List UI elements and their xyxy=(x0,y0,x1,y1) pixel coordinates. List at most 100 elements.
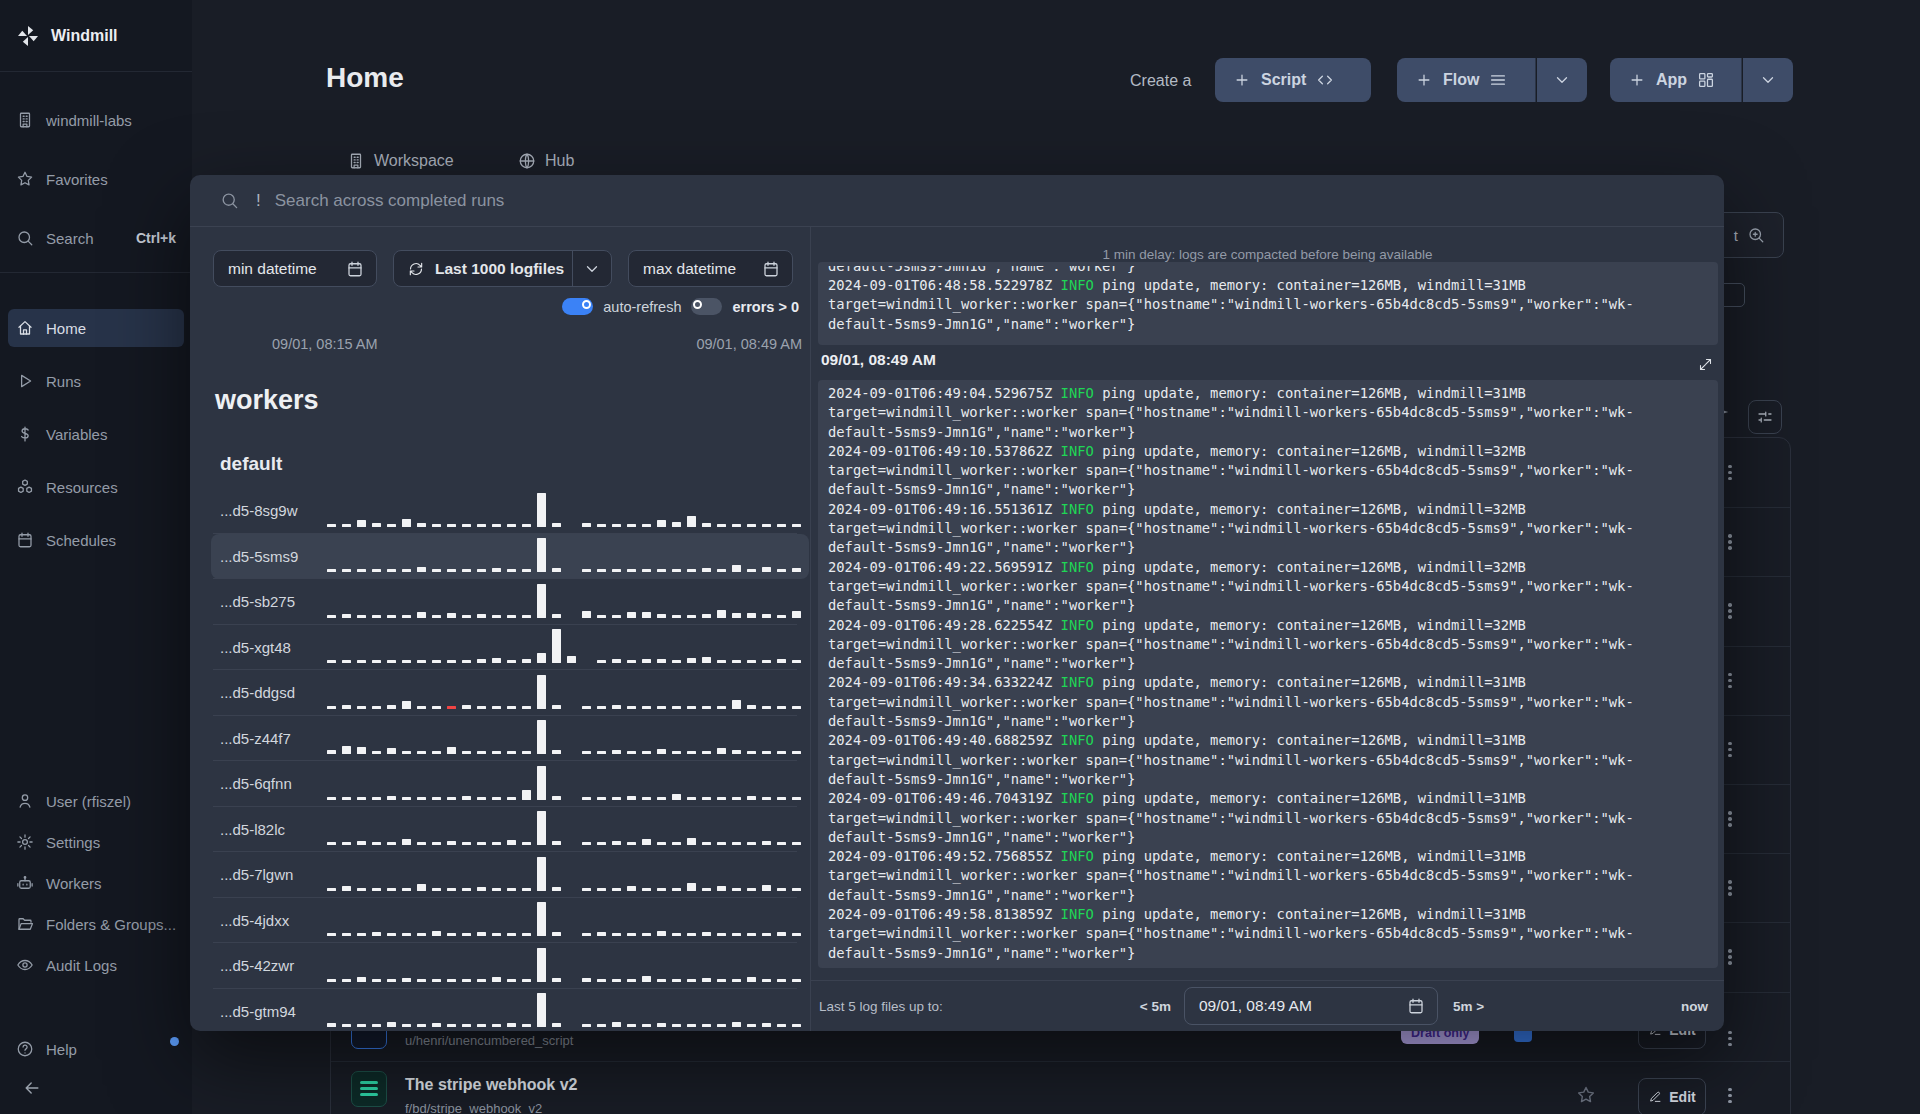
log-entry: 2024-09-01T06:49:52.756855Z INFO ping up… xyxy=(828,847,1708,905)
now-button[interactable]: now xyxy=(1681,999,1708,1014)
worker-name: ...d5-sb275 xyxy=(211,593,327,610)
sidebar-item-runs[interactable]: Runs xyxy=(8,362,184,400)
favorite-star-icon[interactable] xyxy=(1576,1085,1596,1105)
chevron-down-icon[interactable] xyxy=(573,260,611,278)
sidebar-item-resources[interactable]: Resources xyxy=(8,468,184,506)
flow-dropdown-button[interactable] xyxy=(1537,58,1587,102)
worker-row[interactable]: ...d5-ddgsd xyxy=(211,670,809,716)
log-entry: 2024-09-01T06:49:04.529675Z INFO ping up… xyxy=(828,384,1708,442)
sidebar-item-windmill-labs[interactable]: windmill-labs xyxy=(8,100,184,140)
app-dropdown-button[interactable] xyxy=(1743,58,1793,102)
kebab-menu-icon[interactable] xyxy=(1726,1031,1734,1047)
folder-icon xyxy=(16,915,34,933)
sidebar-item-home[interactable]: Home xyxy=(8,309,184,347)
range-end: 09/01, 08:49 AM xyxy=(696,336,802,352)
back-5m-button[interactable]: < 5m xyxy=(1140,999,1171,1014)
logs-footer-label: Last 5 log files up to: xyxy=(819,999,943,1014)
expand-icon[interactable] xyxy=(1698,357,1713,372)
kebab-menu-icon[interactable] xyxy=(1726,465,1734,481)
create-script-button[interactable]: Script xyxy=(1215,58,1371,102)
log-entry: 2024-09-01T06:49:28.622554Z INFO ping up… xyxy=(828,616,1708,674)
search-placeholder: Search across completed runs xyxy=(275,191,505,211)
max-datetime-input[interactable]: max datetime xyxy=(628,250,793,287)
sidebar: Windmill windmill-labs Favorites SearchCtr… xyxy=(0,0,192,1114)
grid-icon xyxy=(1697,71,1715,89)
sidebar-item-help[interactable]: Help xyxy=(8,1030,184,1068)
sidebar-item-search[interactable]: SearchCtrl+k xyxy=(8,218,184,258)
sidebar-item-settings[interactable]: Settings xyxy=(8,823,184,861)
worker-row[interactable]: ...d5-xgt48 xyxy=(211,625,809,671)
plus-icon xyxy=(1233,71,1251,89)
worker-name: ...d5-z44f7 xyxy=(211,730,327,747)
worker-activity-sparkline xyxy=(327,579,809,625)
calendar-icon[interactable] xyxy=(762,260,780,278)
logfiles-label: Last 1000 logfiles xyxy=(435,260,564,278)
modal-search-bar[interactable]: ! Search across completed runs xyxy=(190,175,1724,227)
home-icon xyxy=(16,319,34,337)
forward-5m-button[interactable]: 5m > xyxy=(1453,999,1484,1014)
create-flow-button[interactable]: Flow xyxy=(1397,58,1536,102)
bot-icon xyxy=(16,874,34,892)
search-icon xyxy=(220,191,239,210)
min-datetime-input[interactable]: min datetime xyxy=(213,250,377,287)
user-icon xyxy=(16,792,34,810)
sidebar-item-audit-logs[interactable]: Audit Logs xyxy=(8,946,184,984)
worker-row[interactable]: ...d5-sb275 xyxy=(211,579,809,625)
kebab-menu-icon[interactable] xyxy=(1726,742,1734,758)
tab-workspace[interactable]: Workspace xyxy=(347,152,454,170)
kebab-menu-icon[interactable] xyxy=(1726,811,1734,827)
worker-row[interactable]: ...d5-7lgwn xyxy=(211,852,809,898)
runs-search-modal: ! Search across completed runs min datet… xyxy=(190,175,1724,1031)
log-date-input[interactable]: 09/01, 08:49 AM xyxy=(1184,987,1438,1025)
create-app-button[interactable]: App xyxy=(1610,58,1742,102)
search-bang: ! xyxy=(256,191,261,211)
worker-row[interactable]: ...d5-42zwr xyxy=(211,943,809,989)
auto-refresh-toggle[interactable] xyxy=(562,298,593,315)
edit-button[interactable]: Edit xyxy=(1638,1078,1706,1114)
calendar-icon[interactable] xyxy=(346,260,364,278)
worker-row[interactable]: ...d5-z44f7 xyxy=(211,716,809,762)
table-row-stripe-webhook[interactable]: The stripe webhook v2f/bd/stripe_webhook… xyxy=(331,1061,1790,1114)
calendar-icon xyxy=(16,531,34,549)
boxes-icon xyxy=(16,478,34,496)
kebab-menu-icon[interactable] xyxy=(1726,880,1734,896)
worker-row[interactable]: ...d5-5sms9 xyxy=(211,534,809,580)
sidebar-item-workers[interactable]: Workers xyxy=(8,864,184,902)
kebab-menu-icon[interactable] xyxy=(1726,534,1734,550)
range-start: 09/01, 08:15 AM xyxy=(272,336,378,352)
sidebar-item-favorites[interactable]: Favorites xyxy=(8,159,184,199)
worker-row[interactable]: ...d5-8sg9w xyxy=(211,488,809,534)
flow-icon xyxy=(351,1071,387,1107)
collapse-sidebar-button[interactable] xyxy=(22,1078,42,1098)
shortcut-hint: Ctrl+k xyxy=(136,230,176,246)
log-entry: 2024-09-01T06:49:22.569591Z INFO ping up… xyxy=(828,558,1708,616)
sidebar-item-folders-groups[interactable]: Folders & Groups... xyxy=(8,905,184,943)
sidebar-header[interactable]: Windmill xyxy=(0,0,192,72)
sidebar-item-schedules[interactable]: Schedules xyxy=(8,521,184,559)
worker-name: ...d5-42zwr xyxy=(211,957,327,974)
kebab-menu-icon[interactable] xyxy=(1726,1088,1734,1104)
worker-name: ...d5-7lgwn xyxy=(211,866,327,883)
workers-pane: min datetime Last 1000 logfiles max date… xyxy=(190,227,810,1031)
worker-row[interactable]: ...d5-gtm94 xyxy=(211,989,809,1032)
worker-activity-sparkline xyxy=(327,852,809,898)
kebab-menu-icon[interactable] xyxy=(1726,673,1734,689)
kebab-menu-icon[interactable] xyxy=(1726,949,1734,965)
logfiles-select[interactable]: Last 1000 logfiles xyxy=(393,250,612,287)
worker-activity-sparkline xyxy=(327,488,809,534)
brand-name: Windmill xyxy=(51,27,118,45)
kebab-menu-icon[interactable] xyxy=(1726,603,1734,619)
sidebar-item-user-rfiszel[interactable]: User (rfiszel) xyxy=(8,782,184,820)
building-icon xyxy=(347,152,365,170)
errors-toggle[interactable] xyxy=(691,298,722,315)
worker-row[interactable]: ...d5-l82lc xyxy=(211,807,809,853)
worker-row[interactable]: ...d5-6qfnn xyxy=(211,761,809,807)
log-block-previous: default-5sms9-Jmn1G","name":"worker"}202… xyxy=(818,262,1718,345)
tab-hub[interactable]: Hub xyxy=(518,152,574,170)
log-entry: 2024-09-01T06:49:46.704319Z INFO ping up… xyxy=(828,789,1708,847)
worker-row[interactable]: ...d5-4jdxx xyxy=(211,898,809,944)
page-title: Home xyxy=(326,62,404,94)
filter-settings-button[interactable] xyxy=(1748,400,1782,434)
calendar-icon[interactable] xyxy=(1407,997,1425,1015)
sidebar-item-variables[interactable]: Variables xyxy=(8,415,184,453)
